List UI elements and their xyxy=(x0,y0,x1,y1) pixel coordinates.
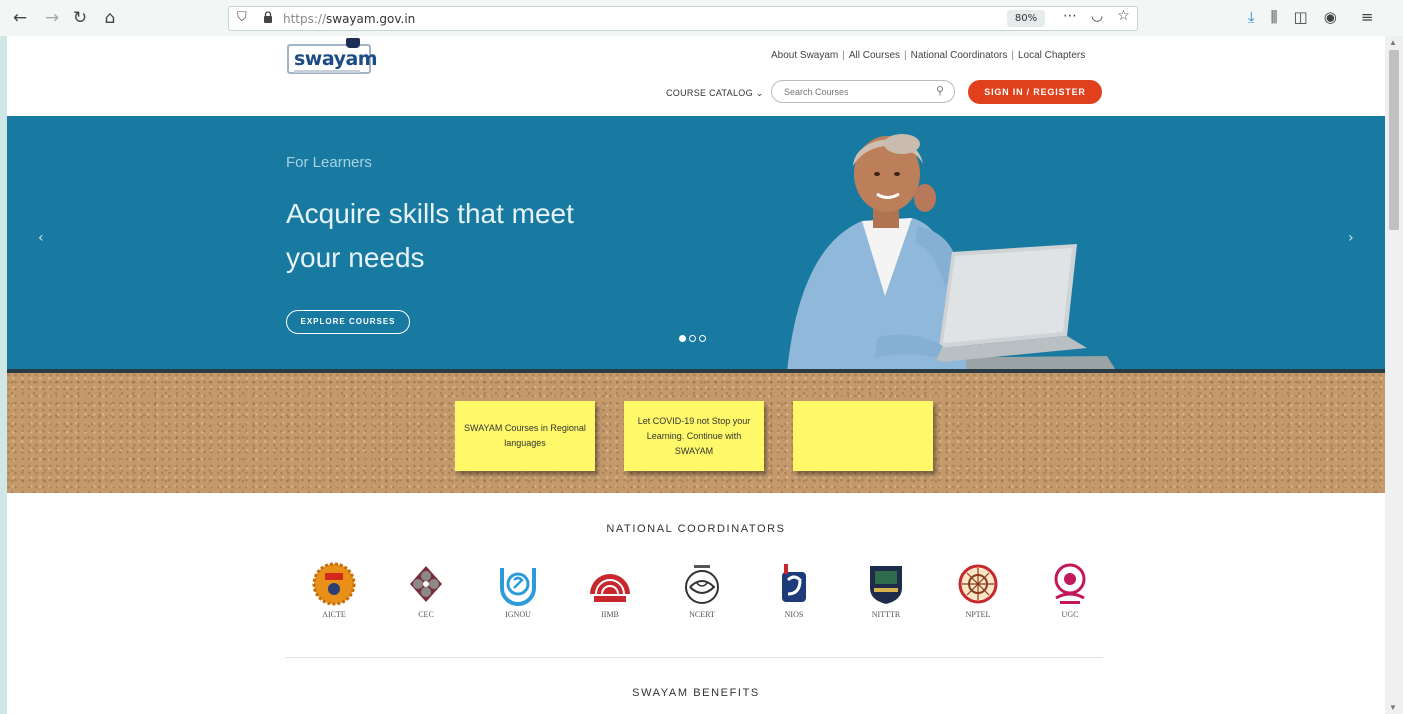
scroll-down-icon[interactable]: ▼ xyxy=(1389,703,1397,712)
carousel-prev-icon[interactable]: ‹ xyxy=(38,230,44,246)
scroll-thumb[interactable] xyxy=(1389,50,1399,230)
link-local-chapters[interactable]: Local Chapters xyxy=(1018,50,1085,61)
coordinator-logos: AICTE CEC IGNOU IIMB NCERT NIOS NITTTR N… xyxy=(307,560,1097,619)
account-icon[interactable]: ◉ xyxy=(1324,8,1337,26)
hero-carousel: ‹ › For Learners Acquire skills that mee… xyxy=(7,116,1385,372)
carousel-dot[interactable] xyxy=(699,335,706,342)
hero-title: Acquire skills that meet your needs xyxy=(286,198,574,273)
carousel-next-icon[interactable]: › xyxy=(1348,230,1354,246)
download-icon[interactable]: ⤓ xyxy=(1248,8,1255,26)
coordinator-cec[interactable]: CEC xyxy=(399,560,453,619)
search-box: ⚲ xyxy=(771,80,955,103)
search-input[interactable] xyxy=(784,85,924,99)
explore-courses-button[interactable]: EXPLORE COURSES xyxy=(286,310,410,334)
reload-icon[interactable]: ↻ xyxy=(70,8,90,28)
sticky-note-regional-languages[interactable]: SWAYAM Courses in Regional languages xyxy=(455,401,595,471)
forward-arrow-icon[interactable]: → xyxy=(42,8,62,28)
coordinator-ncert[interactable]: NCERT xyxy=(675,560,729,619)
ugc-logo-icon xyxy=(1054,563,1086,604)
coordinator-aicte[interactable]: AICTE xyxy=(307,560,361,619)
sign-in-register-button[interactable]: SIGN IN / REGISTER xyxy=(968,80,1102,104)
scroll-up-icon[interactable]: ▲ xyxy=(1389,38,1397,47)
coordinator-nptel[interactable]: NPTEL xyxy=(951,560,1005,619)
link-national-coordinators[interactable]: National Coordinators xyxy=(911,50,1008,61)
bookmark-star-icon[interactable]: ☆ xyxy=(1117,8,1130,24)
library-icon[interactable]: ⫼ xyxy=(1271,8,1278,26)
sidebar-icon[interactable]: ◫ xyxy=(1294,8,1308,26)
carousel-dot[interactable] xyxy=(679,335,686,342)
ncert-logo-icon xyxy=(685,565,719,604)
aicte-logo-icon xyxy=(312,562,356,606)
hero-eyebrow: For Learners xyxy=(286,154,372,171)
nptel-logo-icon xyxy=(958,564,998,604)
carousel-dot[interactable] xyxy=(689,335,696,342)
graduation-cap-icon xyxy=(346,38,360,48)
nitttr-logo-icon xyxy=(870,566,902,604)
page-actions-icon[interactable]: ⋯ xyxy=(1063,8,1077,24)
back-arrow-icon[interactable]: ← xyxy=(10,8,30,28)
national-coordinators-heading: NATIONAL COORDINATORS xyxy=(606,523,786,535)
page-viewport: swayam About Swayam | All Courses | National… xyxy=(7,36,1385,714)
browser-window: ← → ↻ ⌂ ⛉ https://swayam.gov.in 80% ⋯ ◡ … xyxy=(0,0,1403,714)
sticky-note-blank[interactable] xyxy=(793,401,933,471)
coordinator-nios[interactable]: NIOS xyxy=(767,560,821,619)
link-all-courses[interactable]: All Courses xyxy=(849,50,900,61)
lock-icon[interactable] xyxy=(263,11,273,23)
link-about-swayam[interactable]: About Swayam xyxy=(771,50,838,61)
vertical-scrollbar[interactable]: ▲ ▼ xyxy=(1385,36,1403,714)
swayam-benefits-heading: SWAYAM BENEFITS xyxy=(632,687,760,699)
coordinator-iimb[interactable]: IIMB xyxy=(583,560,637,619)
nios-logo-icon xyxy=(782,564,806,602)
carousel-dots xyxy=(679,335,706,342)
url-text[interactable]: https://swayam.gov.in xyxy=(283,12,415,26)
pocket-icon[interactable]: ◡ xyxy=(1091,8,1103,24)
tracking-shield-icon[interactable]: ⛉ xyxy=(237,10,247,25)
coordinator-nitttr[interactable]: NITTTR xyxy=(859,560,913,619)
browser-toolbar: ← → ↻ ⌂ ⛉ https://swayam.gov.in 80% ⋯ ◡ … xyxy=(0,0,1403,36)
cec-logo-icon xyxy=(410,566,442,602)
iimb-logo-icon xyxy=(590,574,630,602)
course-catalog-dropdown[interactable]: COURSE CATALOG ⌄ xyxy=(666,88,764,99)
sticky-note-covid[interactable]: Let COVID-19 not Stop your Learning. Con… xyxy=(624,401,764,471)
menu-icon[interactable]: ≡ xyxy=(1361,8,1374,26)
zoom-indicator[interactable]: 80% xyxy=(1007,10,1045,27)
home-icon[interactable]: ⌂ xyxy=(100,8,120,28)
learner-with-laptop-illustration xyxy=(787,134,1117,372)
chevron-down-icon: ⌄ xyxy=(755,88,764,98)
swayam-logo[interactable]: swayam xyxy=(287,38,378,74)
coordinator-ugc[interactable]: UGC xyxy=(1043,560,1097,619)
top-links: About Swayam | All Courses | National Coordi… xyxy=(771,50,1086,61)
ignou-logo-icon xyxy=(500,568,536,606)
address-bar[interactable]: ⛉ https://swayam.gov.in 80% ⋯ ◡ ☆ xyxy=(228,6,1138,31)
search-icon[interactable]: ⚲ xyxy=(936,84,944,97)
coordinator-ignou[interactable]: IGNOU xyxy=(491,560,545,619)
notice-board: SWAYAM Courses in Regional languages Let… xyxy=(7,373,1385,493)
